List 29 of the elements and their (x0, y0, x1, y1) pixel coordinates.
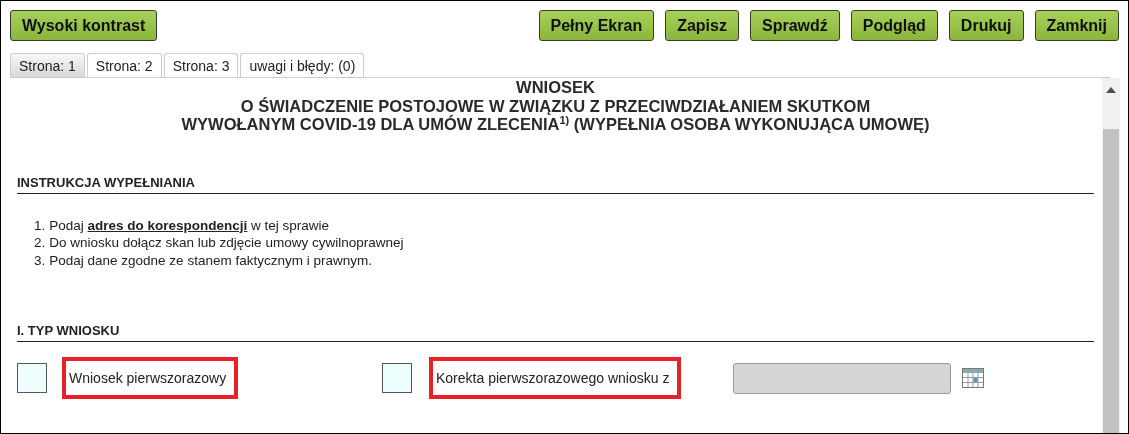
checkbox[interactable] (382, 363, 412, 393)
form-title: O ŚWIADCZENIE POSTOJOWE W ZWIĄZKU Z PRZECIWDZIAŁANIEM SKUTKOM (239, 96, 872, 115)
page-tab[interactable]: Strona: 3 (163, 53, 239, 77)
instruction-text: Do wniosku dołącz skan lub zdjęcie umowy cywilnoprawnej (49, 234, 404, 252)
instruction-text: Podaj adres do korespondencji w tej sprawie (49, 216, 330, 234)
form-title: WNIOSEK (515, 78, 596, 97)
page-tab[interactable]: Strona: 2 (86, 53, 162, 77)
toolbar-button[interactable]: Podgląd (850, 10, 938, 41)
list-number: 3. (34, 251, 46, 269)
option-label: Wniosek pierwszorazowy (62, 357, 239, 399)
page-tab[interactable]: Strona: 1 (10, 53, 85, 77)
calendar-icon[interactable] (962, 368, 985, 388)
section-heading: INSTRUKCJA WYPEŁNIANIA (17, 174, 1094, 194)
toolbar-button[interactable]: Zapisz (665, 10, 739, 41)
page-tab[interactable]: uwagi i błędy: (0) (240, 53, 365, 77)
instruction-text: Podaj dane zgodne ze stanem faktycznym i prawnym. (49, 251, 372, 269)
list-number: 1. (34, 216, 46, 234)
form-title: WYWOŁANYM COVID-19 DLA UMÓW ZLECENIA$^{1)}$ (WYPEŁNIA OSOBA WYKONUJĄCA UMOWĘ) (180, 115, 931, 134)
list-number: 2. (34, 234, 46, 252)
toolbar-button[interactable]: Wysoki kontrast (10, 10, 158, 41)
checkbox[interactable] (17, 363, 47, 393)
toolbar-button[interactable]: Sprawdź (749, 10, 840, 41)
scrollbar-thumb[interactable] (1103, 129, 1119, 433)
toolbar-button[interactable]: Drukuj (948, 10, 1024, 41)
section-heading: I. TYP WNIOSKU (17, 323, 1094, 342)
scroll-up-icon[interactable] (1106, 87, 1116, 93)
toolbar-button[interactable]: Zamknij (1034, 10, 1119, 41)
option-label: Korekta pierwszorazowego wniosku z (429, 357, 682, 399)
toolbar-button[interactable]: Pełny Ekran (538, 10, 655, 41)
